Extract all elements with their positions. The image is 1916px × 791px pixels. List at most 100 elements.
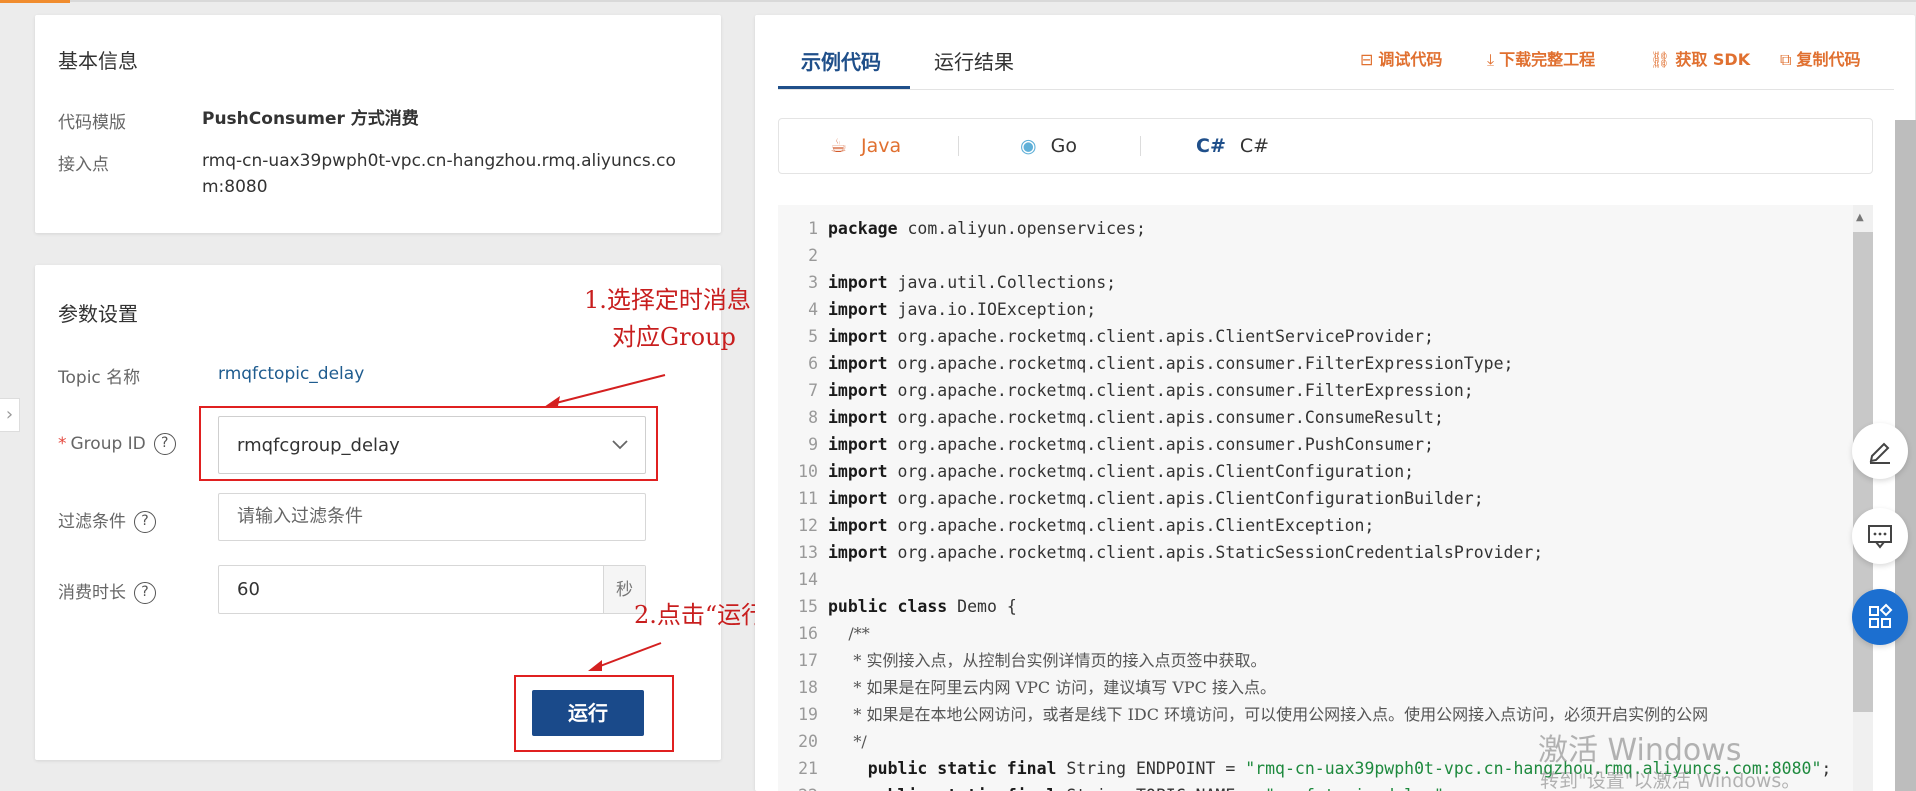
code-line: 7 import org.apache.rocketmq.client.apis.… [778,377,1474,404]
code-text: org.apache.rocketmq.client.apis.ClientCo… [887,489,1484,508]
code-text: java.io.IOException; [887,300,1097,319]
line-number: 15 [798,597,818,616]
line-number: 16 [798,624,818,643]
line-number: 17 [798,651,818,670]
run-highlight-box [514,675,674,752]
endpoint-value-line2: m:8080 [202,177,268,197]
filter-input[interactable]: 请输入过滤条件 [218,493,646,541]
annotation-arrow-2 [588,642,662,671]
basic-info-title: 基本信息 [58,49,138,73]
scroll-up-arrow-icon[interactable]: ▲ [1856,212,1864,223]
java-icon: ☕ [830,135,848,157]
code-keyword: import [828,435,888,454]
line-number: 8 [808,408,818,427]
filter-placeholder: 请输入过滤条件 [237,506,363,527]
duration-value: 60 [237,579,260,600]
edit-float-button[interactable] [1852,423,1908,479]
apps-float-button[interactable] [1852,589,1908,645]
get-sdk-label: 获取 SDK [1675,50,1751,69]
duration-label: 消费时长? [58,578,156,604]
code-text: Demo { [947,597,1017,616]
line-number: 14 [798,570,818,589]
code-text: String ENDPOINT = [1056,759,1246,778]
link-icon: ⛓ [1650,50,1671,69]
code-line: 15 public class Demo { [778,593,1017,620]
debug-icon: ⊟ [1360,50,1374,69]
line-number: 20 [798,732,818,751]
template-value: PushConsumer 方式消费 [202,109,419,129]
copy-code-action[interactable]: ⧉ 复制代码 [1780,46,1860,70]
top-border [0,0,1916,2]
pencil-icon [1869,442,1890,464]
duration-input[interactable]: 60 秒 [218,565,646,614]
code-line: 19 * 如果是在本地公网访问，或者是线下 IDC 环境访问，可以使用公网接入点… [778,701,1708,728]
line-number: 19 [798,705,818,724]
copy-icon: ⧉ [1780,50,1792,69]
code-keyword: import [828,273,888,292]
line-number: 6 [808,354,818,373]
line-number: 9 [808,435,818,454]
lang-separator [958,136,959,156]
code-keyword: import [828,354,888,373]
line-number: 12 [798,516,818,535]
code-keyword: public class [828,597,948,616]
code-text: ; [1444,786,1454,791]
lang-java[interactable]: ☕ Java [830,118,901,174]
debug-code-action[interactable]: ⊟ 调试代码 [1360,46,1442,70]
code-keyword: import [828,300,888,319]
sidebar-expand-toggle[interactable]: › [0,398,20,432]
code-text: org.apache.rocketmq.client.apis.consumer… [887,381,1474,400]
code-text: org.apache.rocketmq.client.apis.ClientCo… [887,462,1415,481]
lang-go[interactable]: ◉ Go [1020,118,1077,174]
active-tab-indicator [778,86,910,89]
code-line: 18 * 如果是在阿里云内网 VPC 访问，建议填写 VPC 接入点。 [778,674,1276,701]
code-text: org.apache.rocketmq.client.apis.consumer… [887,354,1514,373]
code-comment: * 实例接入点，从控制台实例详情页的接入点页签中获取。 [828,651,1267,670]
filter-help-icon[interactable]: ? [134,511,156,533]
code-comment: */ [828,732,867,751]
group-label: * Group ID? [58,433,176,455]
debug-code-label: 调试代码 [1378,50,1443,69]
lang-java-label: Java [861,135,902,157]
tab-sample-code[interactable]: 示例代码 [801,46,881,75]
group-label-text: Group ID [70,434,146,454]
code-line: 2 [778,242,828,269]
annotation-arrow-1 [544,374,666,407]
code-line: 11 import org.apache.rocketmq.client.apis… [778,485,1484,512]
windows-activation-hint: 转到"设置"以激活 Windows。 [1540,770,1801,791]
group-help-icon[interactable]: ? [153,433,176,455]
windows-activation-title: 激活 Windows [1538,733,1742,768]
code-line: 6 import org.apache.rocketmq.client.apis.… [778,350,1513,377]
code-line: 8 import org.apache.rocketmq.client.apis.… [778,404,1444,431]
download-project-action[interactable]: ⤓ 下载完整工程 [1487,46,1595,70]
code-text: org.apache.rocketmq.client.apis.consumer… [887,408,1444,427]
lang-csharp[interactable]: C# C# [1196,118,1269,174]
line-number: 7 [808,381,818,400]
line-number: 1 [808,219,818,238]
required-mark: * [58,434,67,454]
code-comment: * 如果是在阿里云内网 VPC 访问，建议填写 VPC 接入点。 [828,678,1276,697]
code-text: org.apache.rocketmq.client.apis.StaticSe… [887,543,1544,562]
download-project-label: 下载完整工程 [1499,50,1596,69]
code-text: org.apache.rocketmq.client.apis.consumer… [887,435,1434,454]
duration-help-icon[interactable]: ? [134,582,156,604]
template-label: 代码模版 [58,113,126,133]
topic-value[interactable]: rmqfctopic_delay [218,361,364,387]
code-keyword: package [828,219,898,238]
get-sdk-action[interactable]: ⛓ 获取 SDK [1650,46,1750,70]
group-highlight-box [199,406,658,481]
annotation-step1-line1: 1.选择定时消息 [584,286,751,314]
tab-run-result[interactable]: 运行结果 [934,46,1014,75]
endpoint-label: 接入点 [58,155,109,175]
code-editor[interactable]: 1 package com.aliyun.openservices; 2 3 impor… [778,205,1853,791]
annotation-step1-line2: 对应Group [612,323,736,351]
code-keyword: import [828,543,888,562]
feedback-float-button[interactable] [1852,508,1908,564]
line-number: 18 [798,678,818,697]
code-keyword: import [828,516,888,535]
params-title: 参数设置 [58,302,138,326]
language-selector [778,118,1873,174]
code-line: 3 import java.util.Collections; [778,269,1116,296]
line-number: 2 [808,246,818,265]
csharp-icon: C# [1196,135,1226,157]
